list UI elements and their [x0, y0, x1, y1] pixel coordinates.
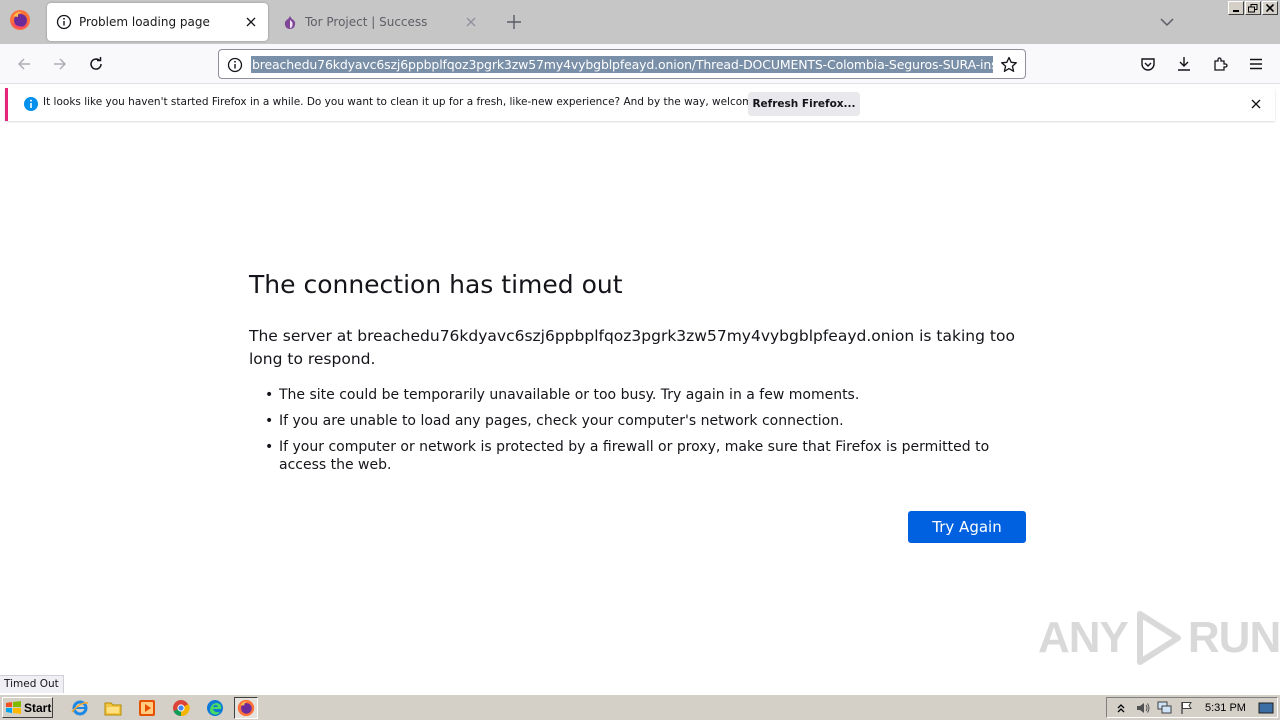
site-info-icon[interactable] [227, 57, 243, 73]
downloads-button[interactable] [1174, 54, 1194, 74]
close-tab-icon[interactable] [240, 11, 262, 33]
show-desktop-icon[interactable] [1258, 700, 1274, 716]
network-icon[interactable] [1157, 700, 1173, 716]
list-item: If your computer or network is protected… [265, 438, 1025, 474]
forward-button[interactable] [50, 54, 70, 74]
refresh-firefox-button[interactable]: Refresh Firefox... [748, 92, 860, 116]
download-icon [1178, 57, 1190, 71]
notification-bar: It looks like you haven't started Firefo… [5, 88, 1275, 121]
close-icon[interactable] [1249, 97, 1263, 111]
bookmark-star-icon[interactable] [1000, 56, 1018, 74]
puzzle-piece-icon [1214, 57, 1228, 71]
file-explorer-icon[interactable] [101, 697, 125, 719]
system-tray: 5:31 PM [1106, 697, 1278, 718]
close-tab-icon[interactable] [460, 11, 482, 33]
firefox-logo-icon[interactable] [9, 9, 31, 31]
error-title: The connection has timed out [249, 270, 623, 299]
media-player-icon[interactable] [135, 697, 159, 719]
action-center-flag-icon[interactable] [1179, 700, 1195, 716]
internet-explorer-icon[interactable] [68, 697, 92, 719]
tab-strip: Problem loading page Tor Project | Succe… [0, 0, 1280, 44]
taskbar: Start 5:31 PM [0, 694, 1280, 720]
close-window-icon[interactable] [1262, 1, 1278, 15]
start-button[interactable]: Start [2, 697, 53, 718]
watermark-text-run: RUN [1187, 613, 1280, 662]
restore-icon[interactable] [1245, 1, 1261, 15]
navigation-toolbar: breachedu76kdyavc6szj6ppbplfqoz3pgrk3zw5… [0, 44, 1280, 84]
arrow-right-icon [54, 58, 67, 70]
window-controls [1228, 1, 1278, 15]
tab-tor-project[interactable]: Tor Project | Success [275, 3, 488, 41]
url-bar[interactable]: breachedu76kdyavc6szj6ppbplfqoz3pgrk3zw5… [218, 49, 1026, 79]
clock[interactable]: 5:31 PM [1205, 702, 1246, 714]
error-suggestions-list: The site could be temporarily unavailabl… [265, 386, 1025, 482]
info-icon [56, 14, 72, 30]
status-panel: Timed Out [0, 675, 64, 693]
play-triangle-icon [1136, 611, 1181, 665]
pocket-button[interactable] [1138, 54, 1158, 74]
chrome-icon[interactable] [169, 697, 193, 719]
tab-label: Problem loading page [79, 15, 210, 29]
edge-icon[interactable] [203, 697, 227, 719]
notification-message: It looks like you haven't started Firefo… [43, 96, 792, 108]
windows-flag-icon [6, 701, 21, 714]
chevron-up-icon[interactable] [1113, 700, 1129, 716]
new-tab-plus-icon[interactable] [503, 11, 525, 33]
watermark-text-any: ANY [1038, 613, 1129, 662]
tor-onion-icon [284, 16, 296, 29]
extensions-button[interactable] [1210, 54, 1230, 74]
reload-icon [90, 57, 102, 70]
arrow-left-icon [17, 58, 30, 70]
anyrun-watermark: ANY RUN [1038, 610, 1280, 666]
hamburger-menu-icon [1250, 58, 1262, 70]
pocket-icon [1141, 58, 1155, 71]
try-again-button[interactable]: Try Again [908, 511, 1026, 543]
menu-button[interactable] [1246, 54, 1266, 74]
start-label: Start [24, 700, 52, 715]
chevron-down-icon[interactable] [1157, 12, 1177, 32]
back-button[interactable] [14, 54, 34, 74]
list-item: If you are unable to load any pages, che… [265, 412, 1025, 430]
minimize-icon[interactable] [1228, 1, 1244, 15]
tab-problem-loading[interactable]: Problem loading page [47, 3, 268, 41]
error-description: The server at breachedu76kdyavc6szj6ppbp… [249, 327, 1015, 368]
firefox-icon[interactable] [234, 697, 258, 719]
url-text[interactable]: breachedu76kdyavc6szj6ppbplfqoz3pgrk3zw5… [251, 56, 993, 73]
list-item: The site could be temporarily unavailabl… [265, 386, 1025, 404]
tab-label: Tor Project | Success [305, 15, 428, 29]
volume-icon[interactable] [1135, 700, 1151, 716]
reload-button[interactable] [86, 54, 106, 74]
info-icon [24, 97, 38, 111]
